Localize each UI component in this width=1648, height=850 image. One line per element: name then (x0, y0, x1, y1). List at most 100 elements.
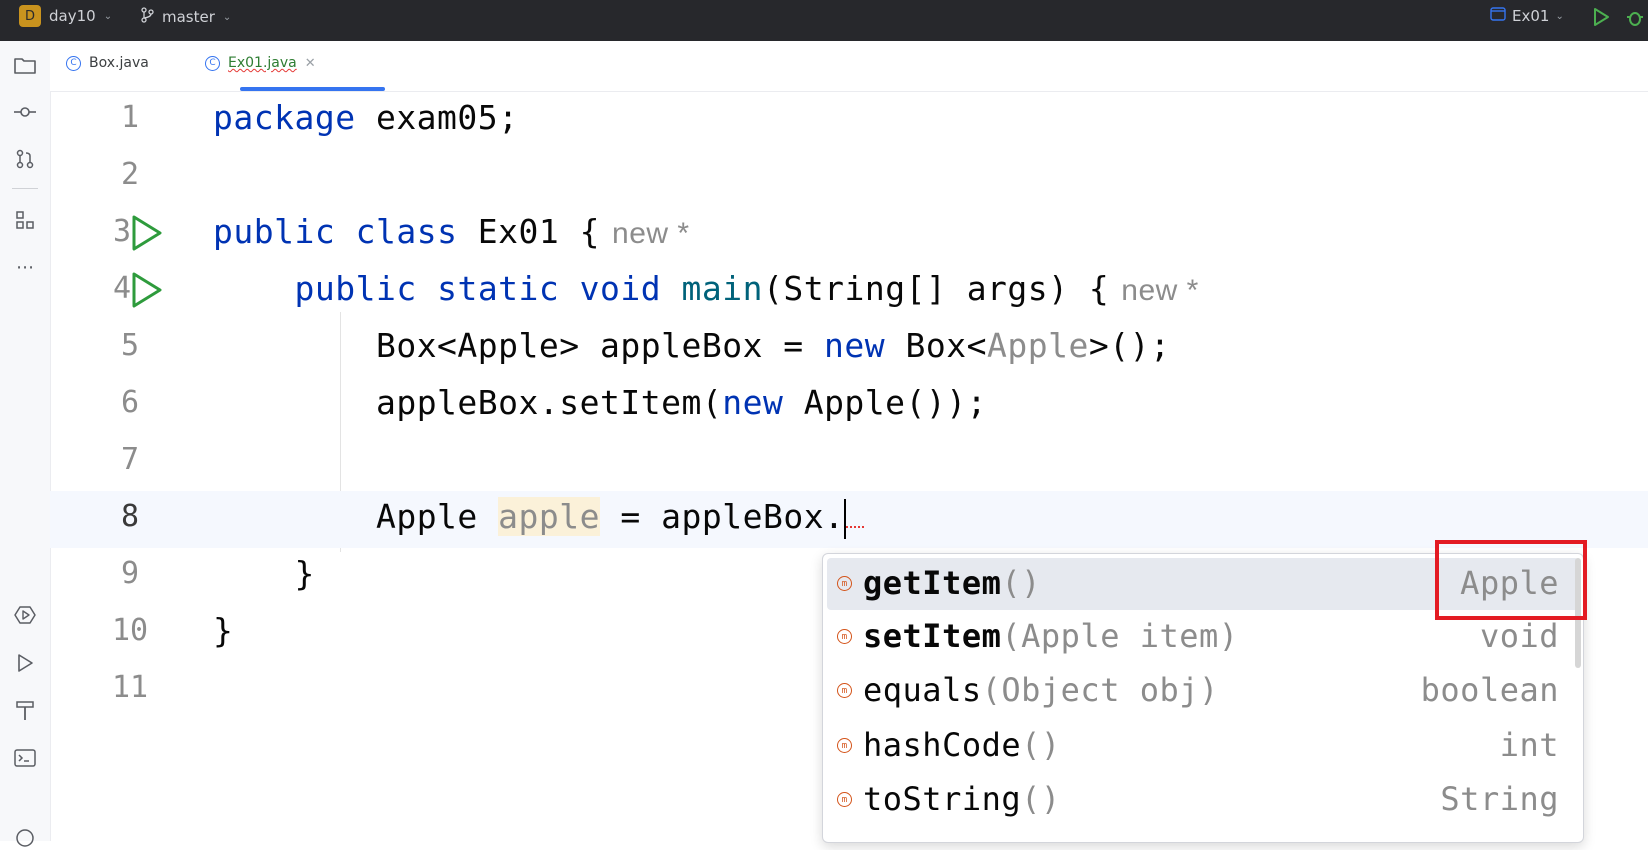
completion-name: getItem (863, 564, 1002, 602)
completion-params: () (1001, 564, 1041, 602)
terminal-icon[interactable] (13, 746, 37, 770)
chevron-down-icon: ⌄ (222, 11, 232, 23)
completion-return-type: void (1479, 617, 1559, 655)
run-config-selector[interactable]: Ex01 ⌄ (1490, 7, 1564, 25)
code-line-1: 1 package exam05; (50, 92, 1648, 149)
structure-icon[interactable] (13, 208, 37, 232)
line-number: 11 (111, 670, 149, 705)
more-icon[interactable]: ⋯ (13, 255, 37, 279)
project-badge: D (19, 5, 41, 27)
title-bar: D day10 ⌄ master ⌄ Ex01 ⌄ (0, 0, 1648, 41)
completion-name: hashCode (863, 726, 1022, 764)
run-gutter-icon[interactable] (130, 214, 164, 256)
run-config-name: Ex01 (1512, 7, 1550, 25)
completion-params: () (1021, 780, 1061, 818)
line-number: 2 (120, 157, 140, 192)
tab-box-java[interactable]: C Box.java (66, 55, 149, 71)
close-icon[interactable]: ✕ (305, 56, 316, 71)
editor-tab-bar: C Box.java C Ex01.java ✕ (50, 41, 1648, 92)
completion-name: equals (863, 671, 982, 709)
code-text: exam05; (355, 98, 519, 137)
code-text: Box<Apple> appleBox = (375, 326, 825, 365)
debug-button[interactable] (1626, 7, 1644, 31)
build-hammer-icon[interactable] (13, 699, 37, 723)
code-text: = appleBox. (600, 497, 845, 536)
highlight-annotation-box (1435, 540, 1587, 620)
code-text: Box< (885, 326, 987, 365)
tab-label: Ex01.java (228, 55, 297, 71)
project-switcher[interactable]: D day10 ⌄ (19, 5, 112, 27)
tab-ex01-java[interactable]: C Ex01.java ✕ (205, 55, 316, 71)
chevron-down-icon: ⌄ (103, 10, 113, 22)
tab-label: Box.java (89, 55, 149, 71)
completion-return-type: boolean (1420, 671, 1559, 709)
inlay-hint[interactable]: new * (612, 217, 690, 250)
keyword: static (437, 269, 560, 308)
services-icon[interactable] (13, 603, 37, 627)
class-icon: C (66, 55, 81, 71)
branch-icon (140, 7, 154, 27)
runnable-class-icon: C (205, 55, 220, 71)
folder-icon[interactable] (13, 53, 37, 77)
completion-name: setItem (863, 617, 1002, 655)
completion-params: (Object obj) (981, 671, 1219, 709)
problems-icon[interactable] (13, 826, 37, 850)
separator (12, 188, 38, 189)
run-gutter-icon[interactable] (130, 271, 164, 313)
text-caret (844, 498, 847, 539)
commit-icon[interactable] (13, 100, 37, 124)
keyword: package (213, 98, 356, 137)
run-tool-icon[interactable] (13, 651, 37, 675)
branch-switcher[interactable]: master ⌄ (140, 7, 231, 27)
code-text: Apple()); (783, 383, 988, 422)
line-number: 6 (120, 385, 140, 420)
keyword: new (722, 383, 784, 422)
completion-params: () (1021, 726, 1061, 764)
code-line-2: 2 (50, 149, 1648, 206)
line-number: 7 (120, 442, 140, 477)
run-button[interactable] (1592, 7, 1610, 31)
line-number: 5 (120, 328, 140, 363)
completion-name: toString (863, 780, 1022, 818)
method-icon: m (837, 738, 852, 753)
redundant-type-arg: Apple (987, 326, 1089, 365)
error-squiggle (846, 526, 865, 528)
completion-return-type: String (1440, 780, 1559, 818)
line-number: 8 (120, 499, 140, 534)
code-text: } (294, 554, 315, 593)
method-icon: m (837, 683, 852, 698)
code-text: >(); (1088, 326, 1171, 365)
line-number: 10 (111, 613, 149, 648)
completion-return-type: int (1499, 726, 1559, 764)
pull-request-icon[interactable] (13, 147, 37, 171)
code-line-5: 5 Box<Apple> appleBox = new Box<Apple>()… (50, 320, 1648, 377)
code-text: appleBox.setItem( (375, 383, 723, 422)
completion-item[interactable]: m equals(Object obj) boolean (827, 665, 1579, 717)
line-number: 1 (120, 100, 140, 135)
inlay-hint[interactable]: new * (1121, 274, 1199, 307)
method-icon: m (837, 576, 852, 591)
code-text: Apple (375, 497, 499, 536)
line-number: 9 (120, 556, 140, 591)
method-name: main (681, 269, 764, 308)
branch-name: master (162, 8, 215, 26)
code-line-6: 6 appleBox.setItem(new Apple()); (50, 377, 1648, 434)
method-icon: m (837, 629, 852, 644)
code-line-4: 4 public static void main(String[] args)… (50, 263, 1648, 320)
completion-item[interactable]: m hashCode() int (827, 720, 1579, 772)
method-icon: m (837, 792, 852, 807)
code-text: Ex01 { (457, 212, 601, 251)
completion-params: (Apple item) (1001, 617, 1239, 655)
keyword: void (579, 269, 662, 308)
tool-window-bar: ⋯ (0, 41, 51, 847)
project-name: day10 (49, 7, 96, 25)
unused-variable: apple (498, 497, 601, 536)
completion-item[interactable]: m toString() String (827, 774, 1579, 826)
code-text: } (213, 611, 234, 650)
keyword: public (213, 212, 336, 251)
code-line-3: 3 public class Ex01 {new * (50, 206, 1648, 263)
active-tab-indicator (240, 87, 385, 91)
keyword: new (824, 326, 886, 365)
code-line-8: 8 Apple apple = appleBox. (50, 491, 1648, 548)
run-config-icon (1490, 7, 1506, 25)
